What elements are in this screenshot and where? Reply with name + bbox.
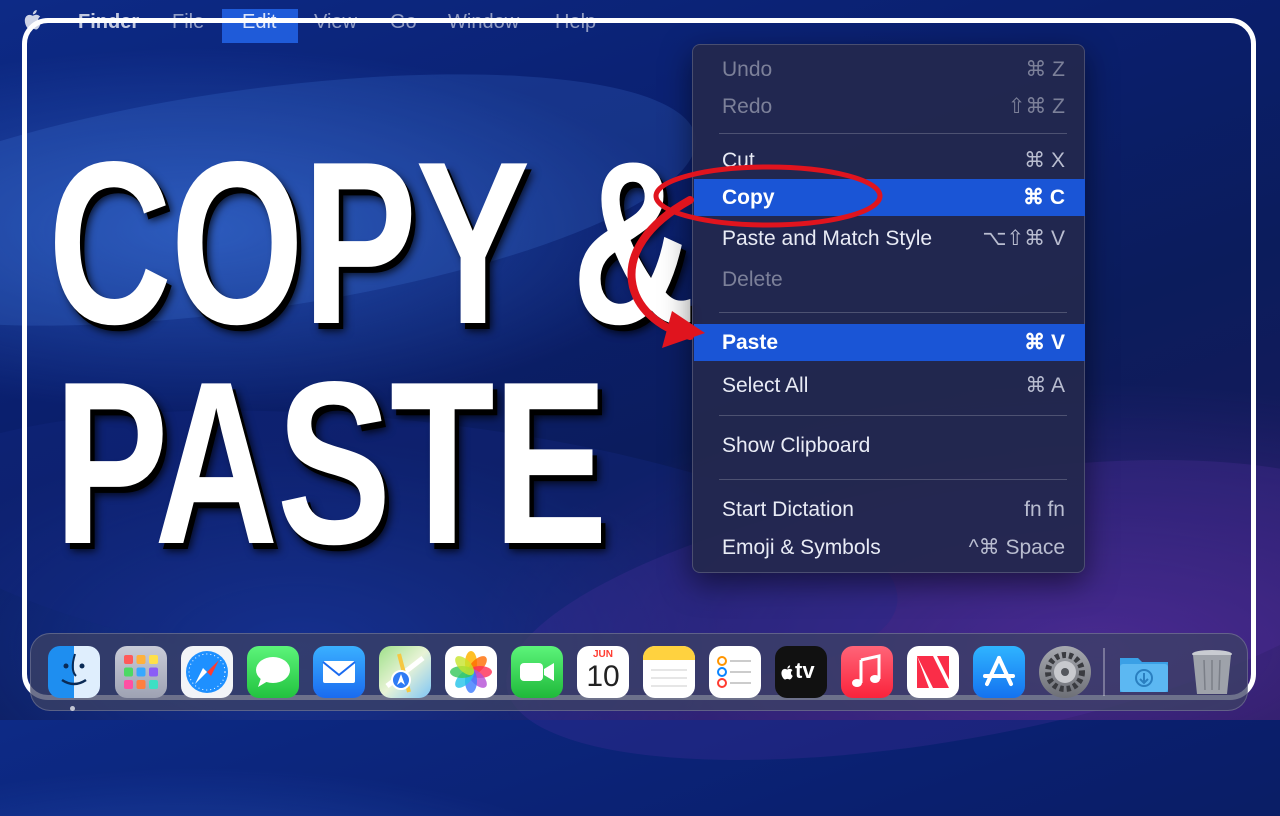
menu-bar: Finder File Edit View Go Window Help (0, 0, 1280, 44)
tv-label: tv (795, 658, 815, 683)
menu-item-label: Start Dictation (722, 498, 854, 521)
menu-item-copy[interactable]: Copy ⌘ C (694, 179, 1085, 216)
system-settings-icon[interactable] (1039, 646, 1091, 698)
shortcut-label: fn fn (1024, 498, 1065, 521)
app-store-icon[interactable] (973, 646, 1025, 698)
menu-item-show-clipboard[interactable]: Show Clipboard (694, 427, 1085, 464)
menu-item-delete[interactable]: Delete (694, 261, 1085, 298)
apple-logo-icon[interactable] (24, 8, 44, 32)
shortcut-label: ⌥⇧⌘ V (982, 227, 1065, 250)
menu-go[interactable]: Go (378, 9, 429, 43)
news-icon[interactable] (907, 646, 959, 698)
menu-help[interactable]: Help (543, 9, 608, 43)
menu-item-label: Copy (722, 186, 775, 209)
menu-separator (719, 415, 1067, 416)
reminders-icon[interactable] (709, 646, 761, 698)
calendar-month: JUN (592, 649, 613, 660)
shortcut-label: ^⌘ Space (968, 536, 1065, 559)
calendar-icon[interactable]: JUN 10 (577, 646, 629, 698)
menu-item-paste[interactable]: Paste ⌘ V (694, 324, 1085, 361)
menu-item-start-dictation[interactable]: Start Dictation fn fn (694, 491, 1085, 528)
menu-item-select-all[interactable]: Select All ⌘ A (694, 367, 1085, 404)
menu-item-label: Delete (722, 268, 783, 291)
launchpad-icon[interactable] (115, 646, 167, 698)
menu-item-redo[interactable]: Redo ⇧⌘ Z (694, 88, 1085, 125)
downloads-folder-icon[interactable] (1118, 646, 1170, 698)
menu-separator (719, 312, 1067, 313)
menu-file[interactable]: File (160, 9, 216, 43)
messages-icon[interactable] (247, 646, 299, 698)
menu-finder[interactable]: Finder (66, 9, 151, 43)
menu-edit[interactable]: Edit (222, 9, 298, 43)
apple-tv-icon[interactable]: tv (775, 646, 827, 698)
menu-item-undo[interactable]: Undo ⌘ Z (694, 51, 1085, 88)
menu-item-label: Cut (722, 149, 755, 172)
menu-separator (719, 133, 1067, 134)
shortcut-label: ⌘ X (1024, 149, 1065, 172)
shortcut-label: ⌘ C (1023, 186, 1065, 209)
mail-icon[interactable] (313, 646, 365, 698)
edit-menu-dropdown: Undo ⌘ Z Redo ⇧⌘ Z Cut ⌘ X Copy ⌘ C Past… (692, 44, 1085, 573)
menu-window[interactable]: Window (436, 9, 531, 43)
shortcut-label: ⌘ Z (1025, 58, 1065, 81)
shortcut-label: ⇧⌘ Z (1007, 95, 1065, 118)
title-line-2: PASTE (54, 334, 608, 593)
shortcut-label: ⌘ V (1024, 331, 1065, 354)
maps-icon[interactable] (379, 646, 431, 698)
menu-item-label: Select All (722, 374, 809, 397)
facetime-icon[interactable] (511, 646, 563, 698)
dock-separator (1103, 648, 1105, 696)
menu-item-emoji-symbols[interactable]: Emoji & Symbols ^⌘ Space (694, 529, 1085, 566)
menu-item-label: Paste (722, 331, 779, 354)
menu-item-label: Emoji & Symbols (722, 536, 881, 559)
trash-icon[interactable] (1186, 646, 1238, 698)
menu-item-label: Undo (722, 58, 773, 81)
safari-icon[interactable] (181, 646, 233, 698)
notes-icon[interactable] (643, 646, 695, 698)
menu-item-paste-match-style[interactable]: Paste and Match Style ⌥⇧⌘ V (694, 220, 1085, 257)
shortcut-label: ⌘ A (1025, 374, 1065, 397)
menu-separator (719, 479, 1067, 480)
menu-item-cut[interactable]: Cut ⌘ X (694, 142, 1085, 179)
finder-icon[interactable] (48, 646, 100, 698)
calendar-day: 10 (586, 660, 620, 693)
menu-item-label: Redo (722, 95, 773, 118)
menu-item-label: Show Clipboard (722, 434, 871, 457)
menu-item-label: Paste and Match Style (722, 227, 933, 250)
photos-icon[interactable] (445, 646, 497, 698)
running-indicator (70, 706, 75, 711)
music-icon[interactable] (841, 646, 893, 698)
menu-view[interactable]: View (302, 9, 369, 43)
title-line-1: COPY & (48, 114, 696, 373)
